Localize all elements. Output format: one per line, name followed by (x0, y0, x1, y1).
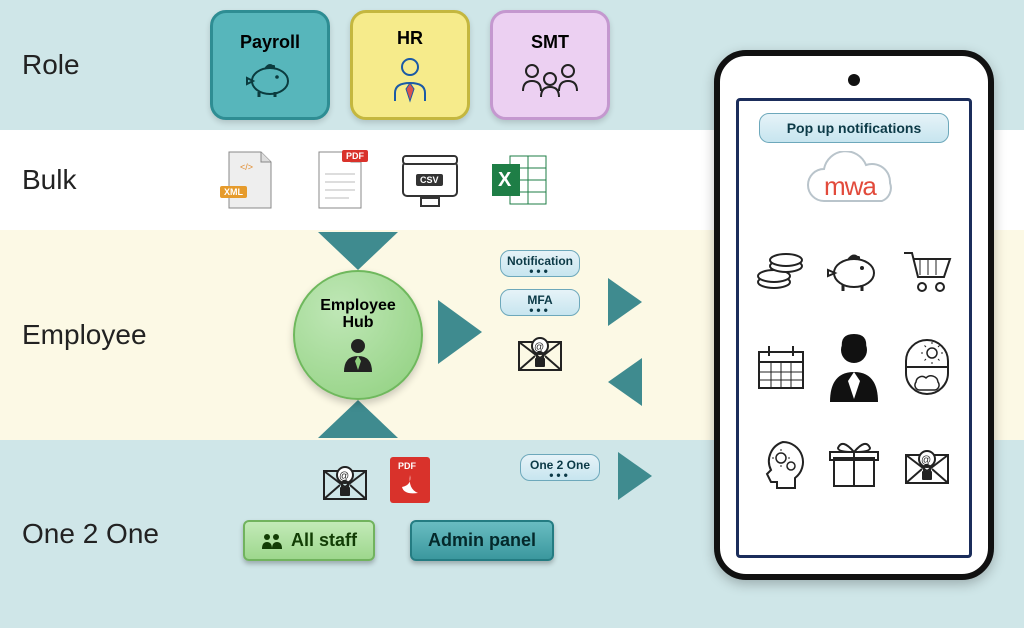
pdf-adobe-icon: PDF (388, 455, 432, 505)
row-employee-label: Employee (0, 319, 190, 351)
shopping-cart-icon (896, 227, 959, 314)
chip-one2one: One 2 One••• (520, 454, 600, 481)
businessman-icon (385, 55, 435, 103)
people-group-icon (520, 59, 580, 99)
svg-text:X: X (498, 169, 512, 191)
row-bulk-label: Bulk (0, 164, 190, 196)
employee-avatar-large-icon (822, 324, 885, 411)
role-smt-label: SMT (531, 32, 569, 53)
chip-notification: Notification••• (500, 250, 580, 277)
piggy-bank-icon-2 (822, 227, 885, 314)
arrow-right-one2one-icon (618, 452, 652, 500)
arrow-up-icon (318, 400, 398, 438)
arrow-down-icon (318, 232, 398, 270)
phone-screen: Pop up notifications mwa @ (736, 98, 972, 558)
arrow-right-to-phone-icon (608, 278, 642, 326)
row-role-label: Role (0, 49, 190, 81)
admin-panel-label: Admin panel (428, 530, 536, 551)
secure-email-icon-2: @ (320, 457, 370, 503)
role-box-smt: SMT (490, 10, 610, 120)
role-payroll-label: Payroll (240, 32, 300, 53)
brand-cloud: mwa (794, 151, 914, 217)
popup-notifications-banner: Pop up notifications (759, 113, 949, 143)
pdf-badge: PDF (342, 150, 368, 162)
phone-mockup: Pop up notifications mwa @ (714, 50, 994, 580)
chip-mfa: MFA••• (500, 289, 580, 316)
svg-text:mwa: mwa (824, 171, 877, 201)
calendar-icon (749, 324, 812, 411)
employee-hub-circle: EmployeeHub (293, 270, 423, 400)
role-box-hr: HR (350, 10, 470, 120)
arrow-left-from-phone-icon (608, 358, 642, 406)
csv-badge: CSV (416, 174, 443, 186)
excel-file-icon: X (488, 148, 552, 212)
gift-box-icon (822, 420, 885, 507)
csv-file-icon: CSV (398, 148, 462, 212)
arrow-right-large-icon (438, 300, 482, 364)
role-box-payroll: Payroll (210, 10, 330, 120)
xml-file-icon: </> XML (218, 148, 282, 212)
all-staff-label: All staff (291, 530, 357, 551)
mind-gears-icon (749, 420, 812, 507)
piggy-bank-icon (245, 59, 295, 99)
phone-camera-icon (848, 74, 860, 86)
hub-line2: Hub (342, 314, 373, 331)
hub-line1: Employee (320, 297, 396, 314)
people-icon (261, 533, 283, 549)
xml-badge: XML (220, 186, 247, 198)
role-hr-label: HR (397, 28, 423, 49)
coins-icon (749, 227, 812, 314)
all-staff-button[interactable]: All staff (243, 520, 375, 561)
row-one2one-label: One 2 One (0, 518, 190, 550)
admin-panel-button[interactable]: Admin panel (410, 520, 554, 561)
secure-email-icon-3: @ (896, 420, 959, 507)
secure-email-icon: @ (515, 328, 565, 374)
weather-widget-icon (896, 324, 959, 411)
svg-text:PDF: PDF (398, 461, 417, 471)
svg-text:</>: </> (240, 162, 253, 172)
employee-avatar-icon (341, 336, 375, 372)
pdf-file-icon: PDF (308, 148, 372, 212)
phone-app-grid: @ (749, 227, 959, 507)
